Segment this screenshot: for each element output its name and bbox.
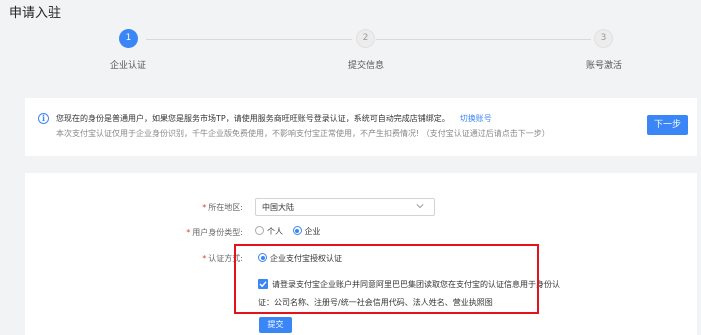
step-connector bbox=[376, 39, 591, 40]
notice-message: 您现在的身份是普通用户，如果您是服务市场TP，请使用服务商旺旺账号登录认证，系统… bbox=[56, 114, 450, 123]
region-label: * 所在地区: bbox=[202, 203, 243, 212]
notice-subtext: 本次支付宝认证仅用于企业身份识别，千牛企业版免费使用，不影响支付宝正常使用，不产… bbox=[56, 129, 550, 138]
region-value: 中国大陆 bbox=[262, 203, 294, 212]
notice-text: 您现在的身份是普通用户，如果您是服务市场TP，请使用服务商旺旺账号登录认证，系统… bbox=[56, 113, 492, 124]
required-mark: * bbox=[202, 203, 207, 212]
step-2-label: 提交信息 bbox=[347, 61, 385, 71]
identity-label: * 用户身份类型: bbox=[186, 228, 243, 237]
required-mark: * bbox=[202, 254, 207, 263]
identity-radio-group: 个人 企业 bbox=[255, 226, 328, 237]
method-label: * 认证方式: bbox=[202, 254, 243, 263]
step-3-label: 账号激活 bbox=[585, 61, 623, 71]
progress-steps: 1 企业认证 2 提交信息 3 账号激活 bbox=[0, 28, 701, 76]
step-2-circle: 2 bbox=[356, 29, 375, 48]
chevron-down-icon bbox=[416, 204, 424, 209]
step-1-label: 企业认证 bbox=[109, 61, 147, 71]
checkmark-icon bbox=[259, 281, 267, 288]
consent-text-line1: 请登录支付宝企业账户并同意阿里巴巴集团读取您在支付宝的认证信息用于身份认 bbox=[272, 280, 560, 289]
step-connector bbox=[146, 39, 352, 40]
method-option-alipay[interactable]: 企业支付宝授权认证 bbox=[258, 253, 342, 264]
step-3-circle: 3 bbox=[594, 29, 613, 48]
region-select[interactable]: 中国大陆 bbox=[255, 198, 435, 216]
switch-account-link[interactable]: 切换账号 bbox=[460, 114, 492, 123]
step-1-circle: 1 bbox=[119, 29, 138, 48]
radio-alipay-auth[interactable] bbox=[258, 253, 267, 262]
page-title: 申请入驻 bbox=[9, 6, 62, 21]
identity-option-enterprise[interactable]: 企业 bbox=[292, 226, 321, 236]
next-step-button[interactable]: 下一步 bbox=[647, 115, 688, 135]
form-card: * 所在地区: 中国大陆 * 用户身份类型: 个人 企业 * 认证方式: 企业支付宝授… bbox=[25, 173, 697, 335]
info-icon: i bbox=[38, 113, 49, 124]
consent-text-line2: 证：公司名称、注册号/统一社会信用代码、法人姓名、营业执照图 bbox=[258, 298, 493, 307]
radio-personal[interactable] bbox=[255, 226, 264, 235]
submit-button[interactable]: 提交 bbox=[259, 317, 292, 333]
required-mark: * bbox=[186, 228, 191, 237]
radio-enterprise[interactable] bbox=[292, 226, 302, 235]
notice-card: i 您现在的身份是普通用户，如果您是服务市场TP，请使用服务商旺旺账号登录认证，… bbox=[25, 98, 697, 156]
identity-option-personal[interactable]: 个人 bbox=[255, 226, 283, 236]
consent-checkbox[interactable] bbox=[258, 279, 268, 289]
